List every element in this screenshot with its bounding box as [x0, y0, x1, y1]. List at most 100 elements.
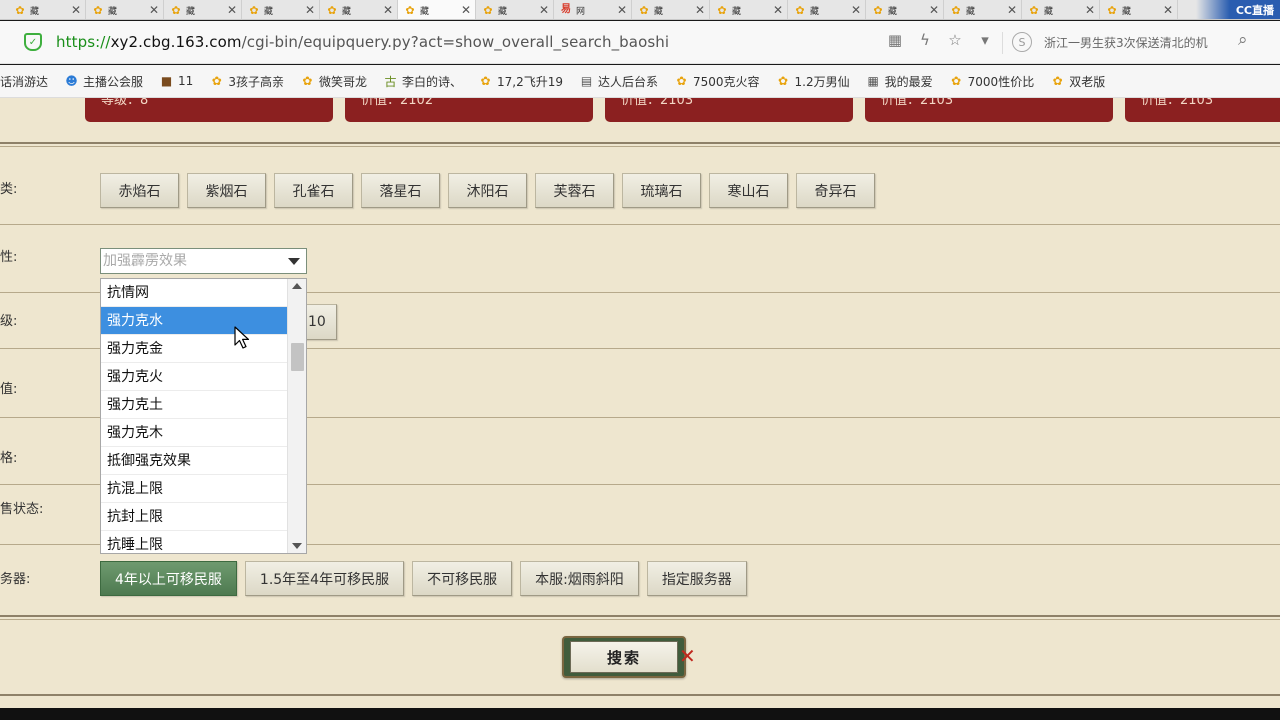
chevron-down-icon[interactable]: ▾ — [976, 31, 994, 49]
dropdown-option[interactable]: 强力克金 — [101, 335, 287, 363]
close-tab-icon[interactable]: ✕ — [617, 2, 627, 18]
dropdown-option[interactable]: 抗封上限 — [101, 503, 287, 531]
close-tab-icon[interactable]: ✕ — [227, 2, 237, 18]
result-card[interactable]: 价值：2102 — [345, 98, 593, 122]
scrollbar-thumb[interactable] — [291, 343, 304, 371]
stone-button[interactable]: 赤焰石 — [100, 173, 179, 208]
bookmark-item[interactable]: ✿ 1.2万男仙 — [776, 73, 850, 90]
browser-tab[interactable]: ✿ 藏 ✕ — [866, 0, 944, 19]
dropdown-scrollbar[interactable] — [287, 279, 306, 553]
browser-tab[interactable]: ✿ 藏 ✕ — [632, 0, 710, 19]
stone-button[interactable]: 寒山石 — [709, 173, 788, 208]
browser-tab[interactable]: ✿ 藏 ✕ — [164, 0, 242, 19]
server-button-selected[interactable]: 4年以上可移民服 — [100, 561, 237, 596]
attribute-dropdown-list[interactable]: 抗情网 强力克水 强力克金 强力克火 强力克土 强力克木 抵御强克效果 抗混上限… — [100, 278, 307, 554]
bookmark-item[interactable]: ▦ 我的最爱 — [866, 73, 932, 90]
dropdown-option-highlighted[interactable]: 强力克水 — [101, 307, 287, 335]
search-button[interactable]: 搜索 — [562, 636, 686, 678]
close-tab-icon[interactable]: ✕ — [695, 2, 705, 18]
security-shield-icon[interactable]: ✓ — [24, 33, 42, 51]
browser-tab[interactable]: ✿ 藏 ✕ — [1022, 0, 1100, 19]
result-card[interactable]: 价值：2103 — [865, 98, 1113, 122]
close-tab-icon[interactable]: ✕ — [1085, 2, 1095, 18]
browser-tab[interactable]: ✿ 藏 ✕ — [944, 0, 1022, 19]
qq-pet-icon: ✿ — [1052, 74, 1063, 88]
dropdown-option[interactable]: 强力克火 — [101, 363, 287, 391]
server-button[interactable]: 本服:烟雨斜阳 — [520, 561, 639, 596]
label-sale-status: 出售状态: — [0, 502, 44, 517]
result-card[interactable]: 价值：2103 — [1125, 98, 1280, 122]
close-tab-icon[interactable]: ✕ — [383, 2, 393, 18]
scroll-down-arrow-icon[interactable] — [292, 543, 302, 549]
close-tab-icon[interactable]: ✕ — [1163, 2, 1173, 18]
bookmark-item[interactable]: ✿ 3孩子高亲 — [209, 73, 284, 90]
attribute-select[interactable]: 加强霹雳效果 — [100, 248, 307, 274]
url-field[interactable]: https://xy2.cbg.163.com/cgi-bin/equipque… — [56, 33, 669, 51]
server-button[interactable]: 1.5年至4年可移民服 — [244, 561, 405, 596]
bookmark-item[interactable]: 古李白的诗、 — [383, 73, 462, 90]
browser-tab[interactable]: ✿ 藏 ✕ — [1100, 0, 1178, 19]
bookmark-item[interactable]: ■ 11 — [159, 74, 193, 89]
close-tab-icon[interactable]: ✕ — [539, 2, 549, 18]
search-icon[interactable]: ⌕ — [1238, 30, 1248, 50]
browser-tab[interactable]: ✿ 藏 ✕ — [710, 0, 788, 19]
bookmark-item[interactable]: ✿ 7000性价比 — [949, 73, 1034, 90]
close-tab-icon[interactable]: ✕ — [851, 2, 861, 18]
browser-tab[interactable]: 易 网 ✕ — [554, 0, 632, 19]
close-tab-icon[interactable]: ✕ — [773, 2, 783, 18]
browser-tab[interactable]: ✿ 藏 ✕ — [8, 0, 86, 19]
stone-button[interactable]: 孔雀石 — [274, 173, 353, 208]
browser-tab[interactable]: ✿ 藏 ✕ — [242, 0, 320, 19]
news-logo-icon: S — [1012, 32, 1032, 52]
stone-button[interactable]: 琉璃石 — [622, 173, 701, 208]
lightning-icon[interactable]: ϟ — [916, 31, 934, 49]
stone-button[interactable]: 芙蓉石 — [535, 173, 614, 208]
search-page: 等级：8 价值：2102 价值：2103 价值：2103 价值：2103 种类:… — [0, 98, 1280, 720]
stone-button[interactable]: 落星石 — [361, 173, 440, 208]
bookmark-item[interactable]: ✿ 17,2飞升19 — [478, 73, 563, 90]
bookmark-item[interactable]: ▤ 达人后台系 — [579, 73, 658, 90]
bookmark-item[interactable]: ☻ 主播公会服 — [64, 73, 143, 90]
result-card[interactable]: 价值：2103 — [605, 98, 853, 122]
divider — [0, 224, 1280, 225]
close-tab-icon[interactable]: ✕ — [1007, 2, 1017, 18]
dropdown-option[interactable]: 抗混上限 — [101, 475, 287, 503]
news-ticker[interactable]: 浙江一男生获3次保送清北的机 — [1044, 34, 1234, 51]
browser-tab[interactable]: ✿ 藏 ✕ — [320, 0, 398, 19]
close-tab-icon[interactable]: ✕ — [71, 2, 81, 18]
dropdown-option[interactable]: 抵御强克效果 — [101, 447, 287, 475]
close-tab-icon[interactable]: ✕ — [461, 2, 471, 18]
stone-button[interactable]: 紫烟石 — [187, 173, 266, 208]
qr-code-icon[interactable]: ▦ — [886, 31, 904, 49]
browser-tab[interactable]: ✿ 藏 ✕ — [788, 0, 866, 19]
qq-pet-icon: ✿ — [15, 3, 25, 17]
result-card[interactable]: 等级：8 — [85, 98, 333, 122]
dropdown-option[interactable]: 抗睡上限 — [101, 531, 287, 553]
dropdown-option[interactable]: 强力克土 — [101, 391, 287, 419]
close-tab-icon[interactable]: ✕ — [305, 2, 315, 18]
stone-button[interactable]: 沐阳石 — [448, 173, 527, 208]
face-icon: ☻ — [65, 74, 78, 88]
browser-tab-active[interactable]: ✿ 藏 ✕ — [398, 0, 476, 19]
browser-tab[interactable]: ✿ 藏 ✕ — [476, 0, 554, 19]
address-bar: ✓ https://xy2.cbg.163.com/cgi-bin/equipq… — [0, 21, 1280, 64]
dropdown-option[interactable]: 抗情网 — [101, 279, 287, 307]
bookmark-item[interactable]: ✿ 微笑哥龙 — [300, 73, 367, 90]
bookmark-item[interactable]: ✿ 双老版 — [1050, 73, 1106, 90]
stone-button[interactable]: 奇异石 — [796, 173, 875, 208]
close-tab-icon[interactable]: ✕ — [149, 2, 159, 18]
bookmark-item[interactable]: 话消游达 — [0, 73, 48, 90]
chevron-down-icon[interactable] — [288, 258, 300, 265]
star-bookmark-icon[interactable]: ☆ — [946, 31, 964, 49]
scroll-up-arrow-icon[interactable] — [292, 283, 302, 289]
server-button[interactable]: 指定服务器 — [646, 561, 747, 596]
mouse-cursor-icon — [234, 326, 250, 349]
dropdown-option[interactable]: 强力克木 — [101, 419, 287, 447]
bookmark-item[interactable]: ✿ 7500克火容 — [674, 73, 759, 90]
server-button[interactable]: 不可移民服 — [412, 561, 513, 596]
browser-tab[interactable]: ✿ 藏 ✕ — [86, 0, 164, 19]
close-tab-icon[interactable]: ✕ — [929, 2, 939, 18]
qq-pet-icon: ✿ — [211, 74, 222, 88]
label-server: 服务器: — [0, 572, 31, 587]
divider — [0, 615, 1280, 617]
